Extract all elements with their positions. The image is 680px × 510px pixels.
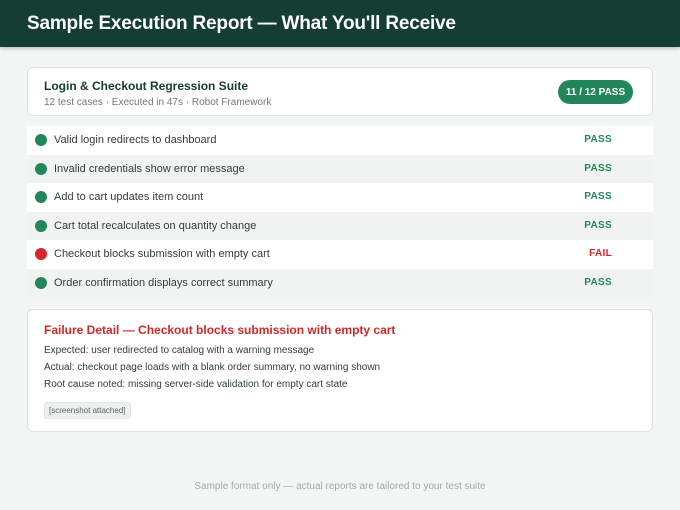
failure-expected: Expected: user redirected to catalog wit… — [44, 345, 315, 356]
suite-meta: 12 test cases · Executed in 47s · Robot … — [44, 97, 272, 108]
fail-status-dot-icon — [35, 248, 47, 261]
test-name: Invalid credentials show error message — [54, 162, 245, 175]
suite-title: Login & Checkout Regression Suite — [44, 79, 249, 93]
test-status: PASS — [584, 219, 612, 231]
test-name: Cart total recalculates on quantity chan… — [54, 219, 257, 232]
failure-detail-card: Failure Detail — Checkout blocks submiss… — [27, 309, 653, 432]
test-name: Add to cart updates item count — [54, 191, 204, 204]
test-name: Valid login redirects to dashboard — [54, 134, 217, 146]
pass-status-dot-icon — [35, 276, 47, 289]
test-status: PASS — [584, 191, 612, 203]
page-title: Sample Execution Report — What You'll Re… — [27, 13, 456, 34]
test-name: Order confirmation displays correct summ… — [54, 276, 273, 289]
pass-status-dot-icon — [35, 191, 47, 204]
test-row: Cart total recalculates on quantity chan… — [27, 211, 653, 241]
test-name: Checkout blocks submission with empty ca… — [54, 248, 270, 261]
test-row: Checkout blocks submission with empty ca… — [27, 240, 653, 269]
test-status: PASS — [584, 134, 612, 145]
test-row: Order confirmation displays correct summ… — [27, 268, 653, 298]
test-row: Valid login redirects to dashboard PASS — [27, 126, 653, 155]
failure-actual: Actual: checkout page loads with a blank… — [44, 362, 381, 373]
pass-status-dot-icon — [35, 134, 47, 146]
screenshot-attachment-tag[interactable]: [screenshot attached] — [44, 402, 131, 419]
suite-summary-card: Login & Checkout Regression Suite 12 tes… — [27, 67, 653, 116]
pass-count-badge: 11 / 12 PASS — [558, 80, 633, 104]
test-status: FAIL — [589, 248, 612, 260]
test-row: Invalid credentials show error message P… — [27, 154, 653, 184]
footer-note: Sample format only — actual reports are … — [194, 481, 486, 492]
pass-status-dot-icon — [35, 162, 47, 175]
report-header: Sample Execution Report — What You'll Re… — [0, 0, 680, 47]
failure-title: Failure Detail — Checkout blocks submiss… — [44, 323, 396, 337]
pass-status-dot-icon — [35, 219, 47, 232]
test-results-list: Valid login redirects to dashboard PASS … — [27, 126, 653, 298]
test-row: Add to cart updates item count PASS — [27, 183, 653, 212]
test-status: PASS — [584, 162, 612, 174]
failure-root-cause: Root cause noted: missing server-side va… — [44, 379, 348, 390]
test-status: PASS — [584, 276, 612, 288]
